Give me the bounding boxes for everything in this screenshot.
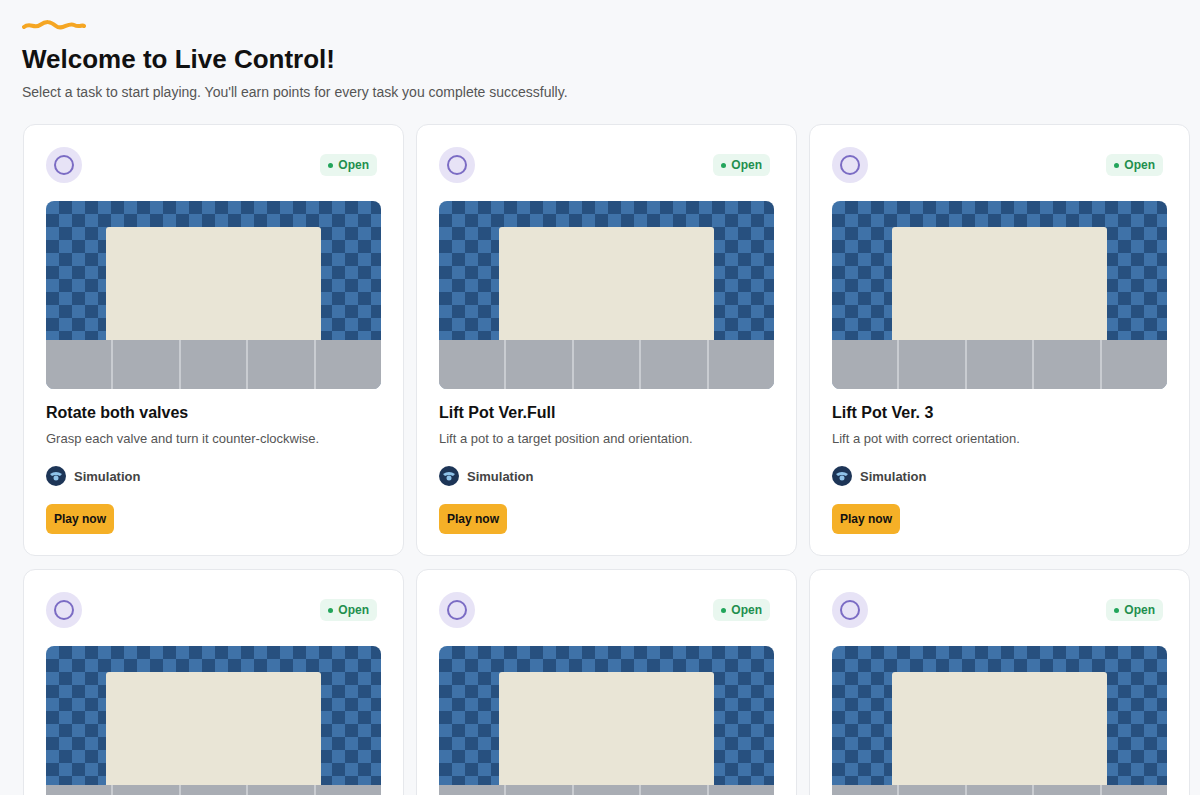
task-card[interactable]: Open Rotate both valves Grasp each valve a… bbox=[23, 124, 404, 556]
task-description: Grasp each valve and turn it counter-clo… bbox=[46, 430, 381, 448]
task-platform: Simulation bbox=[46, 466, 381, 486]
task-platform: Simulation bbox=[832, 466, 1167, 486]
task-card[interactable]: Open bbox=[416, 569, 797, 795]
task-circle-icon bbox=[832, 592, 868, 628]
card-header: Open bbox=[46, 592, 381, 628]
task-platform: Simulation bbox=[439, 466, 774, 486]
task-preview[interactable] bbox=[439, 201, 774, 389]
play-now-button[interactable]: Play now bbox=[46, 504, 114, 534]
simulation-logo-icon bbox=[832, 466, 852, 486]
status-badge: Open bbox=[1106, 599, 1163, 621]
status-dot-icon bbox=[721, 163, 726, 168]
task-card[interactable]: Open Lift Pot Ver. 3 Lift a pot with corre… bbox=[809, 124, 1190, 556]
card-header: Open bbox=[46, 147, 381, 183]
card-header: Open bbox=[439, 592, 774, 628]
task-preview[interactable] bbox=[439, 646, 774, 795]
status-badge: Open bbox=[320, 154, 377, 176]
task-card[interactable]: Open bbox=[23, 569, 404, 795]
task-description: Lift a pot with correct orientation. bbox=[832, 430, 1167, 448]
task-circle-icon bbox=[46, 147, 82, 183]
task-card[interactable]: Open bbox=[809, 569, 1190, 795]
play-now-button[interactable]: Play now bbox=[439, 504, 507, 534]
status-dot-icon bbox=[1114, 608, 1119, 613]
task-preview[interactable] bbox=[832, 201, 1167, 389]
card-header: Open bbox=[439, 147, 774, 183]
task-preview[interactable] bbox=[46, 646, 381, 795]
play-now-button[interactable]: Play now bbox=[832, 504, 900, 534]
status-badge: Open bbox=[1106, 154, 1163, 176]
task-title: Rotate both valves bbox=[46, 402, 381, 424]
status-badge: Open bbox=[713, 599, 770, 621]
task-circle-icon bbox=[439, 592, 475, 628]
page-subtitle: Select a task to start playing. You'll e… bbox=[22, 82, 1189, 102]
task-preview[interactable] bbox=[832, 646, 1167, 795]
task-title: Lift Pot Ver. 3 bbox=[832, 402, 1167, 424]
task-title: Lift Pot Ver.Full bbox=[439, 402, 774, 424]
task-preview[interactable] bbox=[46, 201, 381, 389]
task-grid: Open Rotate both valves Grasp each valve a… bbox=[23, 124, 1189, 795]
page-title: Welcome to Live Control! bbox=[22, 42, 1189, 76]
status-badge: Open bbox=[320, 599, 377, 621]
status-dot-icon bbox=[721, 608, 726, 613]
status-dot-icon bbox=[328, 608, 333, 613]
task-circle-icon bbox=[832, 147, 868, 183]
card-header: Open bbox=[832, 147, 1167, 183]
status-badge: Open bbox=[713, 154, 770, 176]
status-dot-icon bbox=[1114, 163, 1119, 168]
card-header: Open bbox=[832, 592, 1167, 628]
redacted-logo bbox=[22, 18, 86, 32]
task-card[interactable]: Open Lift Pot Ver.Full Lift a pot to a tar… bbox=[416, 124, 797, 556]
task-circle-icon bbox=[439, 147, 475, 183]
simulation-logo-icon bbox=[46, 466, 66, 486]
simulation-logo-icon bbox=[439, 466, 459, 486]
status-dot-icon bbox=[328, 163, 333, 168]
task-description: Lift a pot to a target position and orie… bbox=[439, 430, 774, 448]
task-circle-icon bbox=[46, 592, 82, 628]
